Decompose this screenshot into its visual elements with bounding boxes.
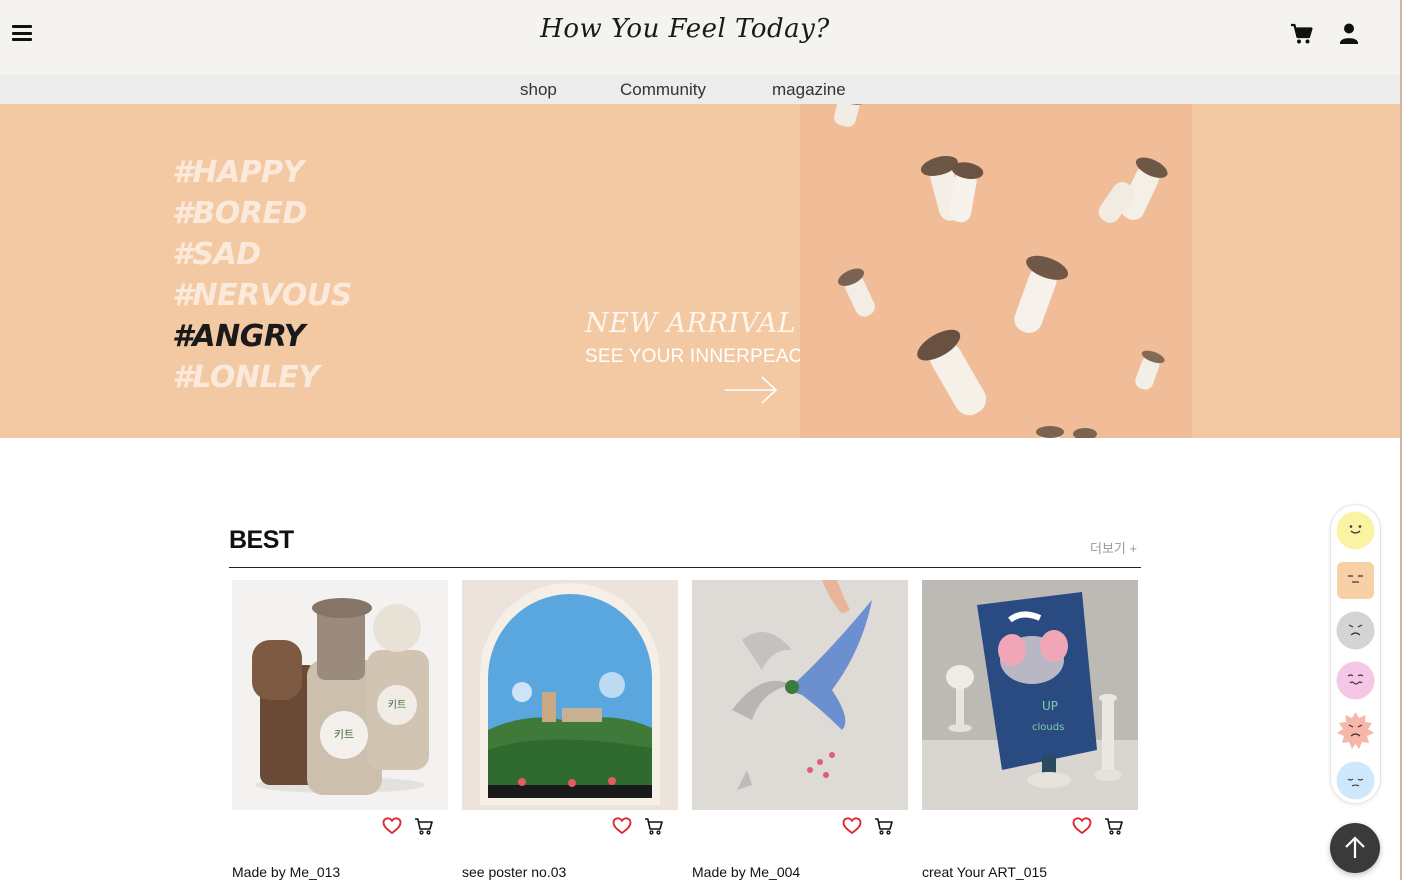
arrow-right-icon[interactable]: [724, 374, 778, 406]
mood-tag-list: #HAPPY #BORED #SAD #NERVOUS #ANGRY #LONL…: [172, 152, 352, 398]
cart-icon[interactable]: [1104, 816, 1124, 836]
product-image-mushroom-kit[interactable]: 키트 키트: [232, 580, 448, 810]
happy-face-icon[interactable]: [1336, 511, 1375, 550]
product-actions: [612, 816, 664, 836]
product-image-dumbo-canvas[interactable]: UP clouds: [922, 580, 1138, 810]
section-divider: [229, 567, 1141, 568]
nervous-face-icon[interactable]: [1336, 661, 1375, 700]
heart-icon[interactable]: [842, 816, 862, 836]
product-card: Made by Me_004: [692, 580, 908, 880]
svg-text:clouds: clouds: [1032, 722, 1064, 733]
hero-mushroom-photo: [800, 104, 1192, 438]
sad-face-icon[interactable]: [1336, 611, 1375, 650]
header: How You Feel Today?: [0, 0, 1400, 74]
mood-selector: [1330, 504, 1381, 804]
scroll-to-top-button[interactable]: [1330, 823, 1380, 873]
more-link[interactable]: 더보기 +: [1090, 538, 1137, 557]
heart-icon[interactable]: [382, 816, 402, 836]
arrow-up-icon: [1345, 836, 1365, 858]
product-name[interactable]: Made by Me_013: [232, 864, 340, 880]
page: How You Feel Today? shop Community magaz…: [0, 0, 1402, 880]
bored-face-icon[interactable]: [1336, 561, 1375, 600]
hero-subline: SEE YOUR INNERPEACE: [585, 346, 816, 367]
product-image-window-poster[interactable]: [462, 580, 678, 810]
product-actions: [382, 816, 434, 836]
product-card: UP clouds creat Your ART_015: [922, 580, 1138, 880]
tag-nervous[interactable]: #NERVOUS: [172, 275, 352, 316]
angry-face-icon[interactable]: [1336, 711, 1375, 750]
cart-icon[interactable]: [1290, 22, 1314, 46]
product-name[interactable]: creat Your ART_015: [922, 864, 1047, 880]
tag-happy[interactable]: #HAPPY: [172, 152, 352, 193]
lonely-face-icon[interactable]: [1336, 761, 1375, 800]
main-nav: shop Community magazine: [0, 74, 1400, 104]
cart-icon[interactable]: [874, 816, 894, 836]
tag-lonley[interactable]: #LONLEY: [172, 357, 352, 398]
svg-text:UP: UP: [1042, 699, 1058, 713]
site-logo[interactable]: How You Feel Today?: [0, 14, 1370, 44]
product-card: 키트 키트 Made by Me_013: [232, 580, 448, 880]
cart-icon[interactable]: [414, 816, 434, 836]
heart-icon[interactable]: [612, 816, 632, 836]
tag-bored[interactable]: #BORED: [172, 193, 352, 234]
product-actions: [1072, 816, 1124, 836]
nav-shop[interactable]: shop: [520, 80, 557, 100]
heart-icon[interactable]: [1072, 816, 1092, 836]
best-section-title: BEST: [229, 526, 294, 554]
tag-sad[interactable]: #SAD: [172, 234, 352, 275]
hero-banner: #HAPPY #BORED #SAD #NERVOUS #ANGRY #LONL…: [0, 104, 1400, 438]
product-actions: [842, 816, 894, 836]
nav-community[interactable]: Community: [620, 80, 706, 100]
product-image-bird-mobile[interactable]: [692, 580, 908, 810]
user-icon[interactable]: [1338, 22, 1360, 46]
nav-magazine[interactable]: magazine: [772, 80, 846, 100]
product-name[interactable]: Made by Me_004: [692, 864, 800, 880]
svg-text:키트: 키트: [388, 699, 406, 711]
svg-text:키트: 키트: [334, 728, 354, 741]
product-name[interactable]: see poster no.03: [462, 864, 566, 880]
cart-icon[interactable]: [644, 816, 664, 836]
tag-angry[interactable]: #ANGRY: [172, 316, 352, 357]
product-card: see poster no.03: [462, 580, 678, 880]
hero-headline: NEW ARRIVAL: [585, 308, 797, 339]
